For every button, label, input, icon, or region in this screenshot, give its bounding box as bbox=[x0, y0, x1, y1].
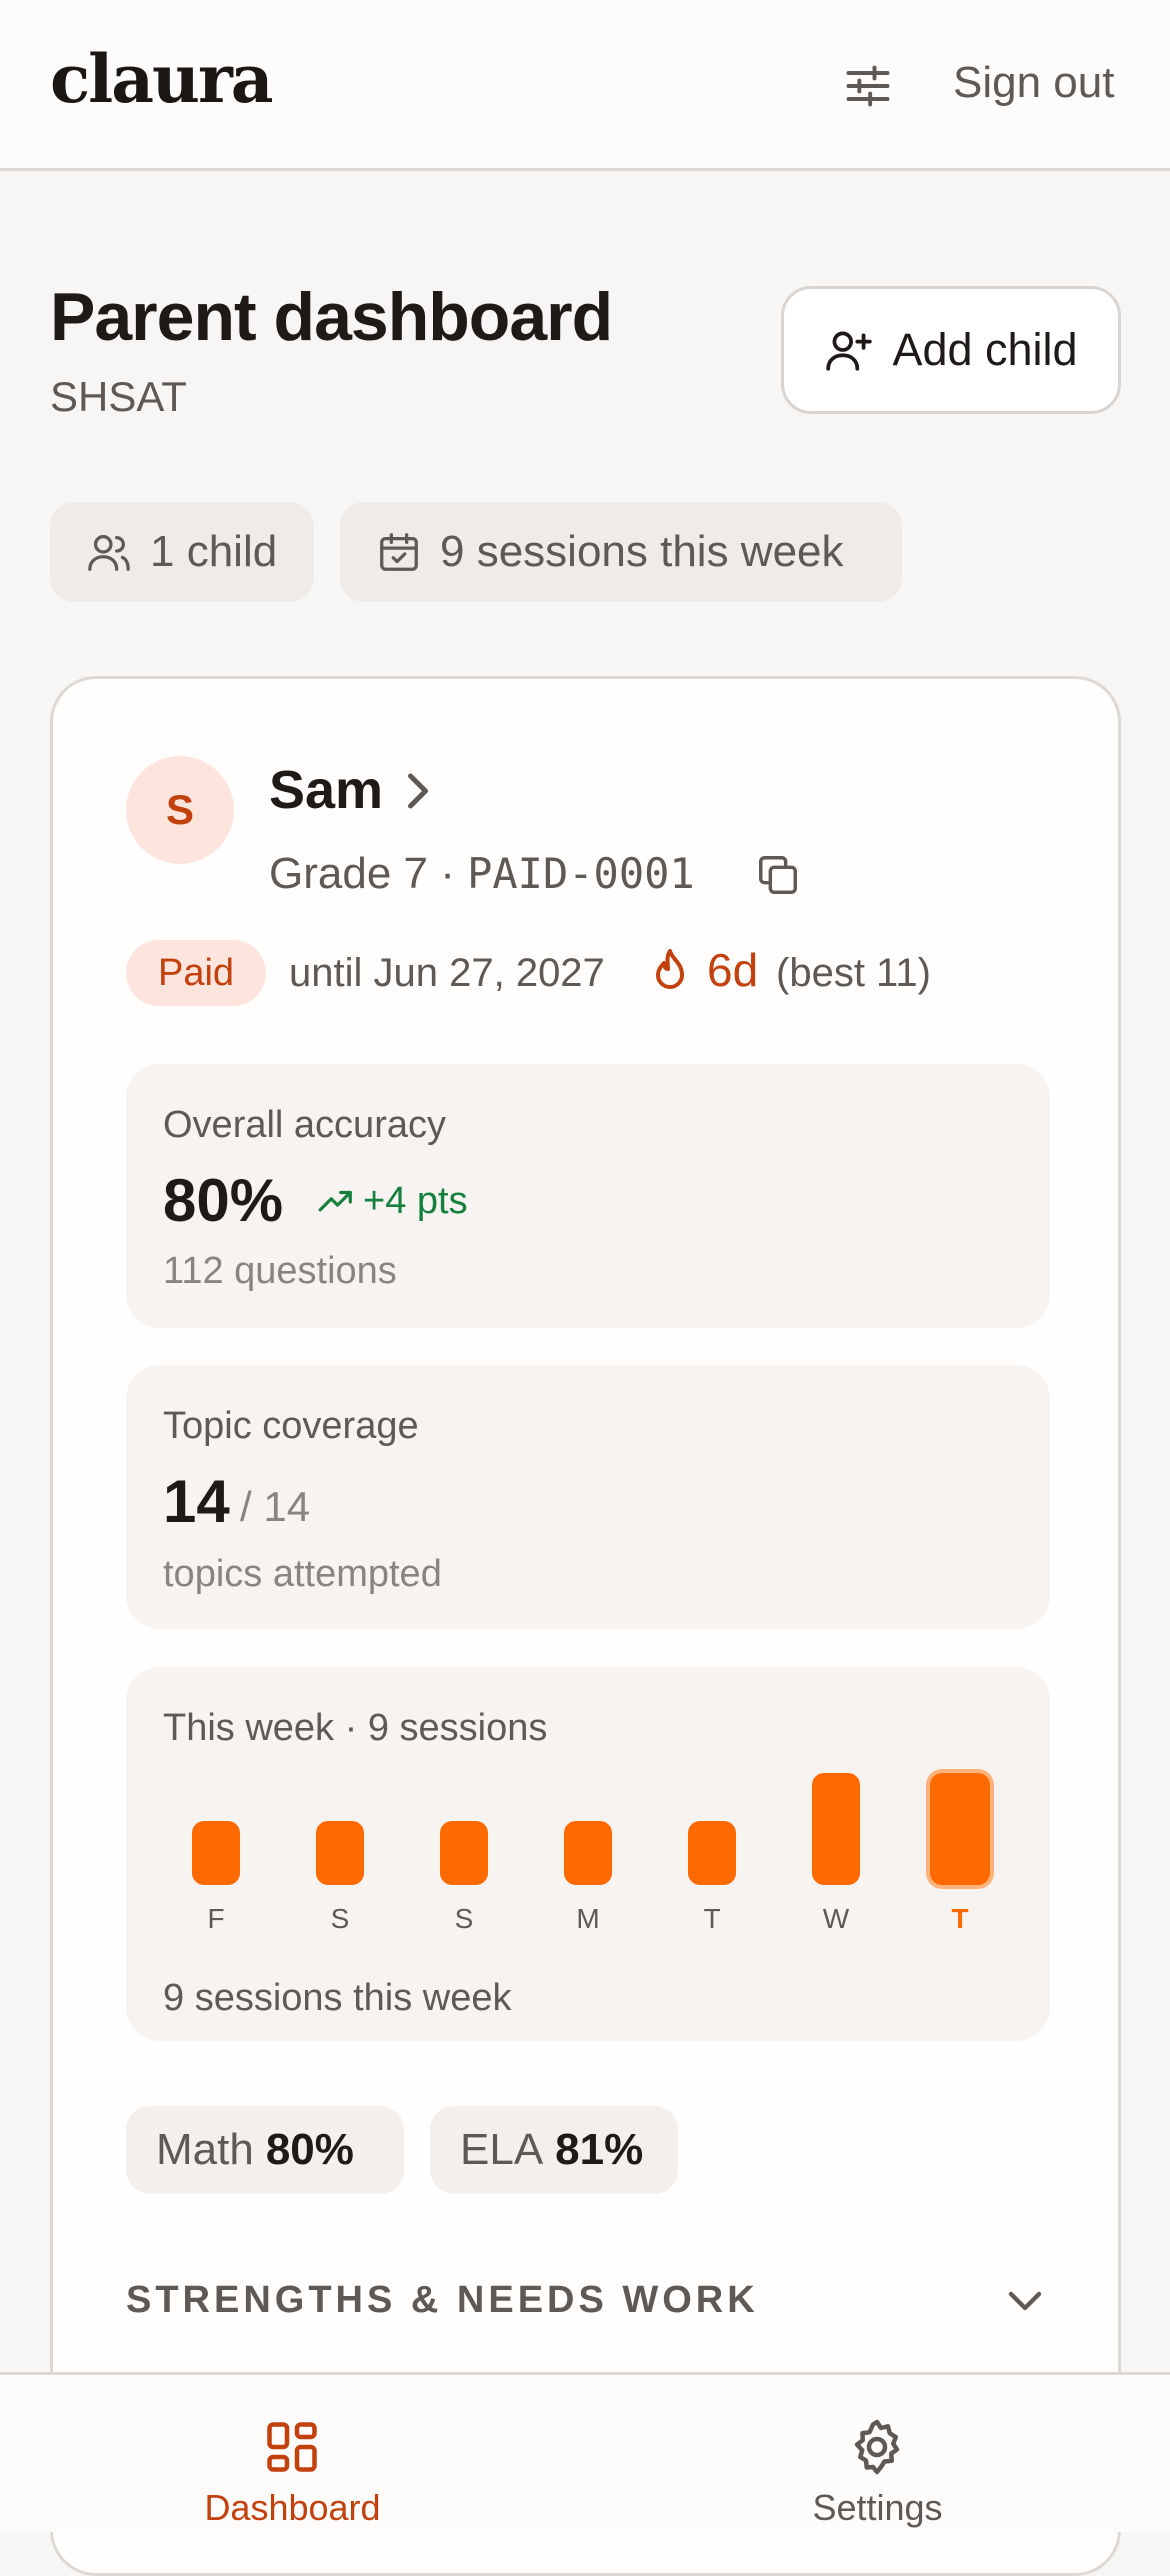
children-count-chip: 1 child bbox=[50, 502, 314, 602]
nav-settings[interactable]: Settings bbox=[585, 2375, 1170, 2535]
calendar-check-icon bbox=[380, 533, 418, 571]
coverage-label: Topic coverage bbox=[163, 1405, 419, 1447]
subscription-until: until Jun 27, 2027 bbox=[289, 951, 605, 995]
coverage-sub: topics attempted bbox=[163, 1553, 442, 1595]
top-bar: claura Sign out bbox=[0, 0, 1170, 171]
accuracy-delta: +4 pts bbox=[317, 1180, 468, 1223]
subject-score: 81% bbox=[555, 2125, 644, 2174]
week-bar bbox=[688, 1821, 736, 1885]
week-label: This week · 9 sessions bbox=[163, 1707, 548, 1749]
nav-dashboard-label: Dashboard bbox=[204, 2487, 381, 2528]
weekly-sessions: 9 sessions this week bbox=[440, 527, 844, 576]
add-child-label: Add child bbox=[892, 324, 1078, 375]
coverage-value: 14 bbox=[163, 1468, 230, 1535]
week-bar bbox=[316, 1821, 364, 1885]
accuracy-panel: Overall accuracy 80% +4 pts 112 question… bbox=[126, 1064, 1050, 1328]
sliders-icon bbox=[846, 65, 890, 107]
nav-dashboard[interactable]: Dashboard bbox=[0, 2375, 585, 2535]
child-card: S Sam Grade 7 · PAID-0001 Paid until Jun… bbox=[50, 676, 1121, 2576]
meta-separator: · bbox=[440, 849, 455, 898]
week-day-label: T bbox=[703, 1903, 721, 1934]
accuracy-value: 80% bbox=[163, 1167, 284, 1234]
subject-name: Math bbox=[156, 2125, 254, 2174]
add-child-button[interactable]: Add child bbox=[781, 286, 1121, 414]
chevron-right-icon[interactable] bbox=[403, 771, 433, 811]
child-name[interactable]: Sam bbox=[269, 759, 383, 821]
exam-label: SHSAT bbox=[50, 373, 187, 420]
subject-chip-math: Math 80% bbox=[126, 2106, 404, 2194]
week-bar bbox=[564, 1821, 612, 1885]
week-day-label: S bbox=[454, 1903, 474, 1934]
subject-name: ELA bbox=[460, 2125, 544, 2174]
child-avatar: S bbox=[126, 756, 234, 864]
nav-settings-label: Settings bbox=[812, 2487, 943, 2528]
accuracy-delta-text: +4 pts bbox=[363, 1180, 468, 1222]
sign-out-link[interactable]: Sign out bbox=[953, 58, 1114, 108]
child-meta: Grade 7 · PAID-0001 bbox=[269, 849, 695, 899]
child-id: PAID-0001 bbox=[467, 849, 695, 898]
week-day-label: S bbox=[330, 1903, 350, 1934]
week-bar bbox=[930, 1773, 990, 1885]
coverage-panel: Topic coverage 14 / 14 topics attempted bbox=[126, 1365, 1050, 1629]
strengths-toggle[interactable]: STRENGTHS & NEEDS WORK bbox=[126, 2279, 759, 2322]
users-icon bbox=[88, 535, 130, 571]
questions-count: 112 questions bbox=[163, 1250, 397, 1292]
week-footer: 9 sessions this week bbox=[163, 1977, 512, 2019]
copy-icon bbox=[759, 856, 797, 894]
streak-count: 6d bbox=[707, 944, 759, 996]
weekly-sessions-chip: 9 sessions this week bbox=[340, 502, 902, 602]
children-count: 1 child bbox=[150, 527, 278, 576]
user-plus-icon bbox=[826, 331, 873, 371]
best-streak: (best 11) bbox=[776, 951, 931, 995]
copy-id-button[interactable] bbox=[755, 852, 801, 898]
week-bar bbox=[440, 1821, 488, 1885]
accuracy-label: Overall accuracy bbox=[163, 1104, 446, 1146]
app-logo[interactable]: claura bbox=[50, 40, 274, 118]
subject-score: 80% bbox=[265, 2125, 354, 2174]
week-panel: This week · 9 sessions 9 sessions this w… bbox=[126, 1667, 1050, 2041]
subject-chip-ela: ELA 81% bbox=[430, 2106, 678, 2194]
week-bar bbox=[812, 1773, 860, 1885]
gear-icon bbox=[854, 2419, 900, 2475]
dashboard-icon bbox=[267, 2422, 317, 2472]
week-day-label: T bbox=[951, 1903, 969, 1934]
week-day-label: W bbox=[822, 1903, 850, 1934]
trend-up-icon bbox=[318, 1190, 352, 1211]
child-grade: Grade 7 bbox=[269, 849, 428, 898]
status-badge: Paid bbox=[126, 940, 266, 1006]
week-day-label: F bbox=[207, 1903, 225, 1934]
chevron-down-icon[interactable] bbox=[1005, 2287, 1045, 2317]
filter-button[interactable] bbox=[842, 60, 894, 112]
coverage-total: / 14 bbox=[240, 1483, 311, 1530]
week-day-label: M bbox=[576, 1903, 600, 1934]
flame-icon bbox=[656, 949, 684, 989]
bottom-nav: Dashboard Settings bbox=[0, 2372, 1170, 2532]
page-title: Parent dashboard bbox=[50, 279, 613, 355]
week-bar bbox=[192, 1821, 240, 1885]
